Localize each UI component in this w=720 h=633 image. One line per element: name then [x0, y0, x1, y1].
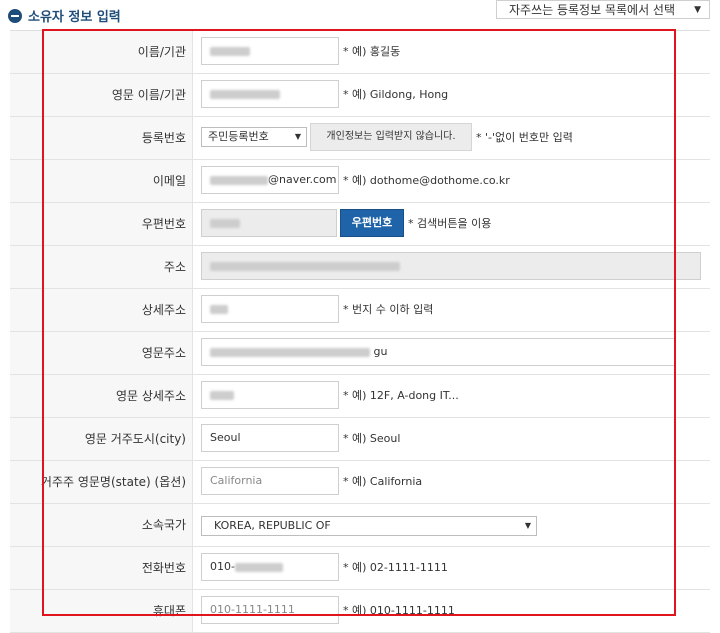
- chevron-down-icon: ▼: [294, 132, 301, 141]
- hint-phone: * 예) 02-1111-1111: [343, 561, 448, 574]
- chevron-down-icon: ▼: [694, 5, 701, 15]
- label-eng-address: 영문주소: [10, 332, 193, 374]
- hint-detail-address: * 번지 수 이하 입력: [343, 303, 434, 316]
- redacted-text: [234, 562, 283, 572]
- detail-address-input[interactable]: [201, 295, 339, 323]
- eng-city-input[interactable]: Seoul: [201, 424, 339, 452]
- eng-address-suffix: gu: [373, 345, 388, 358]
- section-title: 소유자 정보 입력: [28, 10, 121, 25]
- zip-input[interactable]: [201, 209, 337, 237]
- reg-type-value: 주민등록번호: [208, 130, 269, 143]
- row-zip: 우편번호 우편번호 * 검색버튼을 이용: [10, 203, 710, 246]
- label-eng-detail-address: 영문 상세주소: [10, 375, 193, 417]
- row-eng-name: 영문 이름/기관 * 예) Gildong, Hong: [10, 74, 710, 117]
- collapse-minus-icon[interactable]: [8, 8, 22, 23]
- label-eng-city: 영문 거주도시(city): [10, 418, 193, 460]
- redacted-text: [210, 175, 268, 185]
- eng-address-input[interactable]: gu: [201, 338, 675, 366]
- redacted-text: [210, 89, 280, 99]
- hint-zip: * 검색버튼을 이용: [408, 217, 492, 230]
- reg-type-select[interactable]: 주민등록번호 ▼: [201, 127, 307, 147]
- row-email: 이메일 @naver.com * 예) dothome@dothome.co.k…: [10, 160, 710, 203]
- label-phone: 전화번호: [10, 547, 193, 589]
- label-eng-name: 영문 이름/기관: [10, 74, 193, 116]
- row-eng-address: 영문주소 gu: [10, 332, 710, 375]
- hint-eng-name: * 예) Gildong, Hong: [343, 88, 449, 101]
- row-mobile: 휴대폰 010-1111-1111 * 예) 010-1111-1111: [10, 590, 710, 633]
- phone-prefix: 010-: [210, 560, 235, 573]
- hint-email: * 예) dothome@dothome.co.kr: [343, 174, 510, 187]
- eng-name-input[interactable]: [201, 80, 339, 108]
- phone-input[interactable]: 010-: [201, 553, 339, 581]
- preset-select[interactable]: 자주쓰는 등록정보 목록에서 선택 ▼: [496, 0, 710, 19]
- label-zip: 우편번호: [10, 203, 193, 245]
- section-title-wrap: 소유자 정보 입력: [8, 6, 121, 25]
- redacted-text: [210, 390, 234, 400]
- row-address: 주소: [10, 246, 710, 289]
- redacted-text: [210, 304, 228, 314]
- label-state: 거주주 영문명(state) (옵션): [10, 461, 193, 503]
- owner-form: 이름/기관 * 예) 홍길동 영문 이름/기관 * 예) Gildong, Ho…: [10, 30, 710, 633]
- preset-select-value: 자주쓰는 등록정보 목록에서 선택: [509, 3, 676, 17]
- row-state: 거주주 영문명(state) (옵션) California * 예) Cali…: [10, 461, 710, 504]
- email-domain: @naver.com: [268, 173, 337, 186]
- state-input[interactable]: California: [201, 467, 339, 495]
- label-email: 이메일: [10, 160, 193, 202]
- hint-eng-city: * 예) Seoul: [343, 432, 401, 445]
- row-eng-city: 영문 거주도시(city) Seoul * 예) Seoul: [10, 418, 710, 461]
- country-select[interactable]: KOREA, REPUBLIC OF ▼: [201, 516, 537, 536]
- chevron-down-icon: ▼: [524, 521, 531, 530]
- hint-eng-detail-address: * 예) 12F, A-dong IT...: [343, 389, 459, 402]
- zip-search-button[interactable]: 우편번호: [340, 209, 404, 237]
- redacted-text: [210, 347, 370, 357]
- redacted-text: [210, 218, 240, 228]
- country-value: KOREA, REPUBLIC OF: [214, 519, 331, 532]
- eng-detail-address-input[interactable]: [201, 381, 339, 409]
- hint-state: * 예) California: [343, 475, 423, 488]
- hint-name: * 예) 홍길동: [343, 45, 401, 58]
- row-reg-no: 등록번호 주민등록번호 ▼ 개인정보는 입력받지 않습니다. * '-'없이 번…: [10, 117, 710, 160]
- name-input[interactable]: [201, 37, 339, 65]
- mobile-input[interactable]: 010-1111-1111: [201, 596, 339, 624]
- redacted-text: [210, 261, 400, 271]
- row-phone: 전화번호 010- * 예) 02-1111-1111: [10, 547, 710, 590]
- label-reg-no: 등록번호: [10, 117, 193, 159]
- label-country: 소속국가: [10, 504, 193, 546]
- row-eng-detail-address: 영문 상세주소 * 예) 12F, A-dong IT...: [10, 375, 710, 418]
- reg-no-notice: 개인정보는 입력받지 않습니다.: [310, 123, 472, 151]
- label-detail-address: 상세주소: [10, 289, 193, 331]
- section-header: 소유자 정보 입력 자주쓰는 등록정보 목록에서 선택 ▼: [0, 0, 720, 28]
- row-name: 이름/기관 * 예) 홍길동: [10, 31, 710, 74]
- row-country: 소속국가 KOREA, REPUBLIC OF ▼: [10, 504, 710, 547]
- label-address: 주소: [10, 246, 193, 288]
- redacted-text: [210, 46, 250, 56]
- email-input[interactable]: @naver.com: [201, 166, 339, 194]
- hint-reg-no: * '-'없이 번호만 입력: [476, 131, 573, 144]
- address-input[interactable]: [201, 252, 701, 280]
- label-name: 이름/기관: [10, 31, 193, 73]
- row-detail-address: 상세주소 * 번지 수 이하 입력: [10, 289, 710, 332]
